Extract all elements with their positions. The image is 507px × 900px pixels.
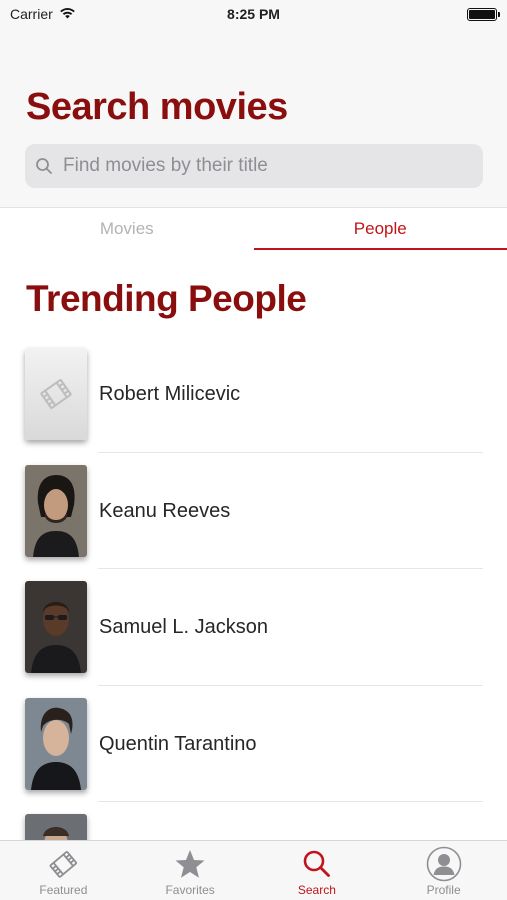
segment-control: Movies People <box>0 208 507 250</box>
person-photo <box>25 464 87 557</box>
search-icon <box>298 846 336 882</box>
person-photo <box>25 581 87 673</box>
list-item[interactable]: Robert Milicevic <box>0 336 507 453</box>
film-icon <box>44 846 82 882</box>
search-input[interactable] <box>63 155 463 177</box>
person-name: Samuel L. Jackson <box>99 616 268 638</box>
page-title: Search movies <box>26 86 288 128</box>
search-header: Search movies <box>0 28 507 208</box>
person-name: Quentin Tarantino <box>99 732 257 755</box>
tab-featured[interactable]: Featured <box>0 841 127 900</box>
battery-icon <box>467 7 500 21</box>
list-item[interactable]: Quentin Tarantino <box>0 686 507 802</box>
tab-bar: Featured Favorites Search Profile <box>0 840 507 900</box>
star-icon <box>171 846 209 882</box>
film-icon <box>40 379 72 409</box>
tab-featured-label: Featured <box>39 883 88 897</box>
tab-profile[interactable]: Profile <box>380 841 507 900</box>
section-title: Trending People <box>26 278 307 319</box>
profile-icon <box>425 846 463 882</box>
status-bar: Carrier 8:25 PM <box>0 0 507 28</box>
tab-favorites-label: Favorites <box>165 883 215 897</box>
tab-profile-label: Profile <box>426 883 461 897</box>
list-item[interactable]: Samuel L. Jackson <box>0 569 507 686</box>
status-left: Carrier <box>10 6 76 22</box>
tab-search-label: Search <box>297 883 336 897</box>
wifi-icon <box>59 6 76 22</box>
status-time: 8:25 PM <box>227 6 280 22</box>
person-name: Keanu Reeves <box>99 499 231 522</box>
tab-movies[interactable]: Movies <box>0 208 254 250</box>
person-photo <box>25 697 87 790</box>
person-name: Robert Milicevic <box>99 383 241 405</box>
tab-favorites[interactable]: Favorites <box>127 841 254 900</box>
person-photo-placeholder <box>25 348 87 440</box>
tab-people[interactable]: People <box>253 208 507 250</box>
list-item[interactable]: Keanu Reeves <box>0 453 507 569</box>
tab-search[interactable]: Search <box>254 841 381 900</box>
carrier-label: Carrier <box>10 6 53 22</box>
search-icon <box>35 156 55 176</box>
search-bar[interactable] <box>25 144 483 188</box>
people-list: Robert Milicevic Keanu Reeves Samuel L. … <box>0 336 507 900</box>
